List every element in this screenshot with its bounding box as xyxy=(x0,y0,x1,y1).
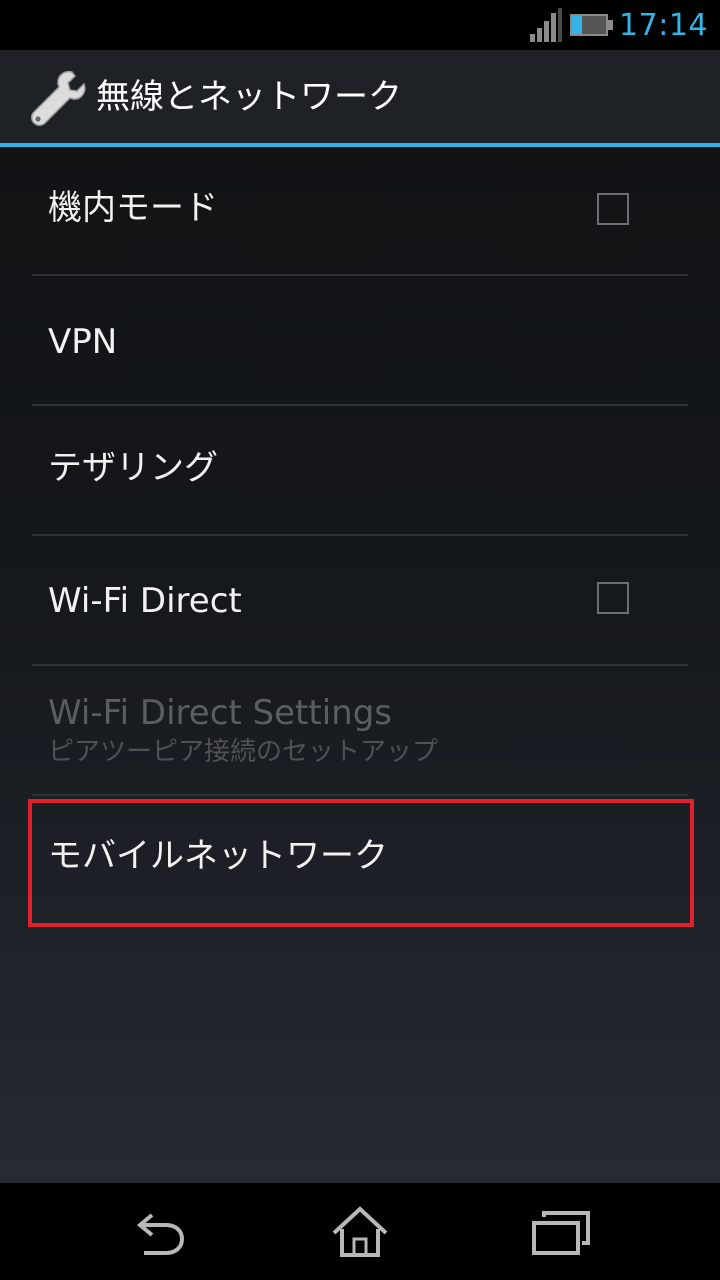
wifi-direct-label: Wi-Fi Direct xyxy=(48,581,242,621)
navigation-bar xyxy=(0,1183,720,1280)
vpn-item[interactable]: VPN xyxy=(32,276,688,404)
settings-list: 機内モード VPN テザリング Wi-Fi Direct Wi-Fi Direc… xyxy=(0,147,720,1183)
back-icon[interactable] xyxy=(130,1203,190,1263)
battery-icon xyxy=(570,14,613,36)
wifi-direct-settings-label: Wi-Fi Direct Settings xyxy=(48,693,392,733)
tethering-item[interactable]: テザリング xyxy=(32,406,688,534)
signal-icon xyxy=(530,8,562,42)
recent-apps-icon[interactable] xyxy=(530,1203,590,1263)
settings-screen: 17:14 無線とネットワーク 機内モード VPN テザリング Wi-Fi Di… xyxy=(0,0,720,1280)
wifi-direct-settings-summary: ピアツーピア接続のセットアップ xyxy=(48,737,439,767)
wifi-direct-item[interactable]: Wi-Fi Direct xyxy=(32,536,688,664)
tethering-label: テザリング xyxy=(48,448,218,488)
clock: 17:14 xyxy=(619,8,708,43)
wifi-direct-checkbox[interactable] xyxy=(597,582,629,614)
airplane-mode-label: 機内モード xyxy=(48,188,218,228)
home-icon[interactable] xyxy=(330,1203,390,1263)
page-title: 無線とネットワーク xyxy=(96,77,402,117)
status-bar: 17:14 xyxy=(0,0,720,50)
wrench-icon[interactable] xyxy=(26,68,86,128)
airplane-mode-item[interactable]: 機内モード xyxy=(32,147,688,274)
action-bar: 無線とネットワーク xyxy=(0,50,720,143)
vpn-label: VPN xyxy=(48,322,118,362)
highlight-box xyxy=(28,799,694,927)
airplane-mode-checkbox[interactable] xyxy=(597,193,629,225)
wifi-direct-settings-item: Wi-Fi Direct Settings ピアツーピア接続のセットアップ xyxy=(32,666,688,794)
